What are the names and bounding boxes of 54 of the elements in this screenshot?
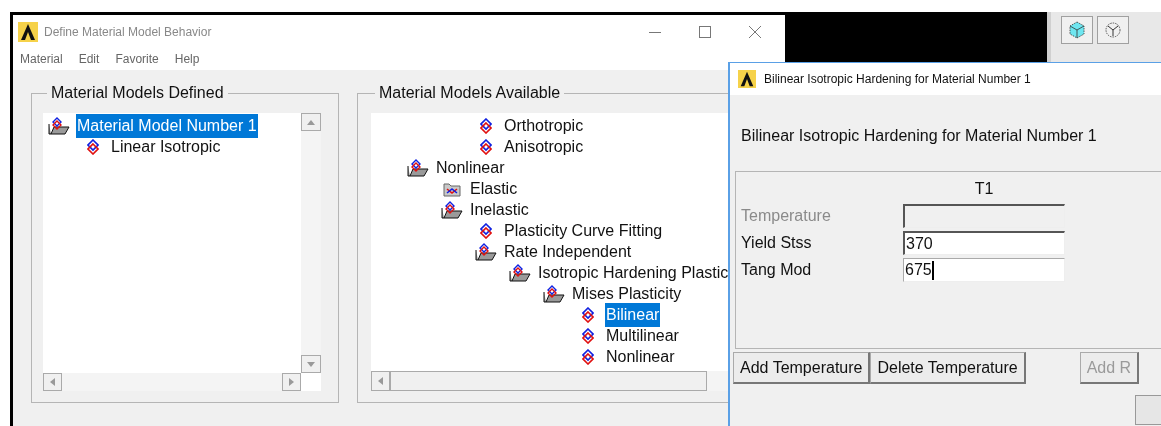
tree-item[interactable]: Bilinear [605,302,661,327]
scroll-up-button[interactable] [301,113,321,131]
right-arrow-icon [289,378,294,386]
open-folder-icon [509,263,531,282]
scroll-left-button[interactable] [371,371,390,391]
open-folder-icon [407,158,429,177]
up-arrow-icon [307,119,315,125]
input-field[interactable]: 675 [903,258,1065,282]
app-logo-icon [18,21,38,42]
window-title: Define Material Model Behavior [44,23,212,41]
dialog-heading: Bilinear Isotropic Hardening for Material Number 1 [741,126,1098,146]
scroll-right-button[interactable] [282,373,301,391]
diamond-icon [480,222,492,239]
toolbar-button[interactable] [1061,16,1093,44]
menu-item[interactable]: Favorite [115,50,159,68]
folder-icon [443,180,461,197]
button[interactable]: Add Temperature [733,352,871,384]
cube-icon [1068,21,1086,39]
open-folder-icon [475,242,497,261]
diamond-icon [87,138,99,155]
diamond-icon [480,117,492,134]
group-title: Material Models Available [378,83,562,103]
diamond-icon [582,327,594,344]
scroll-thumb[interactable] [390,371,707,391]
scroll-down-button[interactable] [301,355,321,373]
dial-icon [1104,21,1122,39]
open-folder-icon [441,200,463,219]
diamond-icon [480,138,492,155]
menu-item[interactable]: Edit [78,50,100,68]
open-folder-icon [48,116,70,135]
row-label: Temperature [741,206,832,226]
maximize-icon[interactable] [697,23,713,40]
horizontal-scrollbar[interactable] [43,373,301,391]
input-field[interactable]: 370 [903,231,1065,255]
down-arrow-icon [307,361,315,367]
diamond-icon [582,348,594,365]
window-title: Bilinear Isotropic Hardening for Material Number 1 [764,71,1031,88]
row-label: Tang Mod [741,260,813,280]
tree-item[interactable]: Material Model Number 1 [76,113,258,138]
open-folder-icon [543,284,565,303]
button[interactable]: Delete Temperature [870,352,1026,384]
vertical-scrollbar[interactable] [301,113,321,373]
row-label: Yield Stss [741,233,813,253]
diamond-icon [582,306,594,323]
close-icon[interactable] [747,23,763,40]
scroll-left-button[interactable] [43,373,62,391]
group-title: Material Models Defined [50,83,225,103]
left-arrow-icon [378,377,383,385]
left-arrow-icon [50,378,55,386]
menu-item[interactable]: Help [174,50,200,68]
column-header: T1 [973,179,995,199]
app-logo-icon [738,70,756,88]
menu-item[interactable]: Material [20,50,63,68]
toolbar-button[interactable] [1097,16,1129,44]
